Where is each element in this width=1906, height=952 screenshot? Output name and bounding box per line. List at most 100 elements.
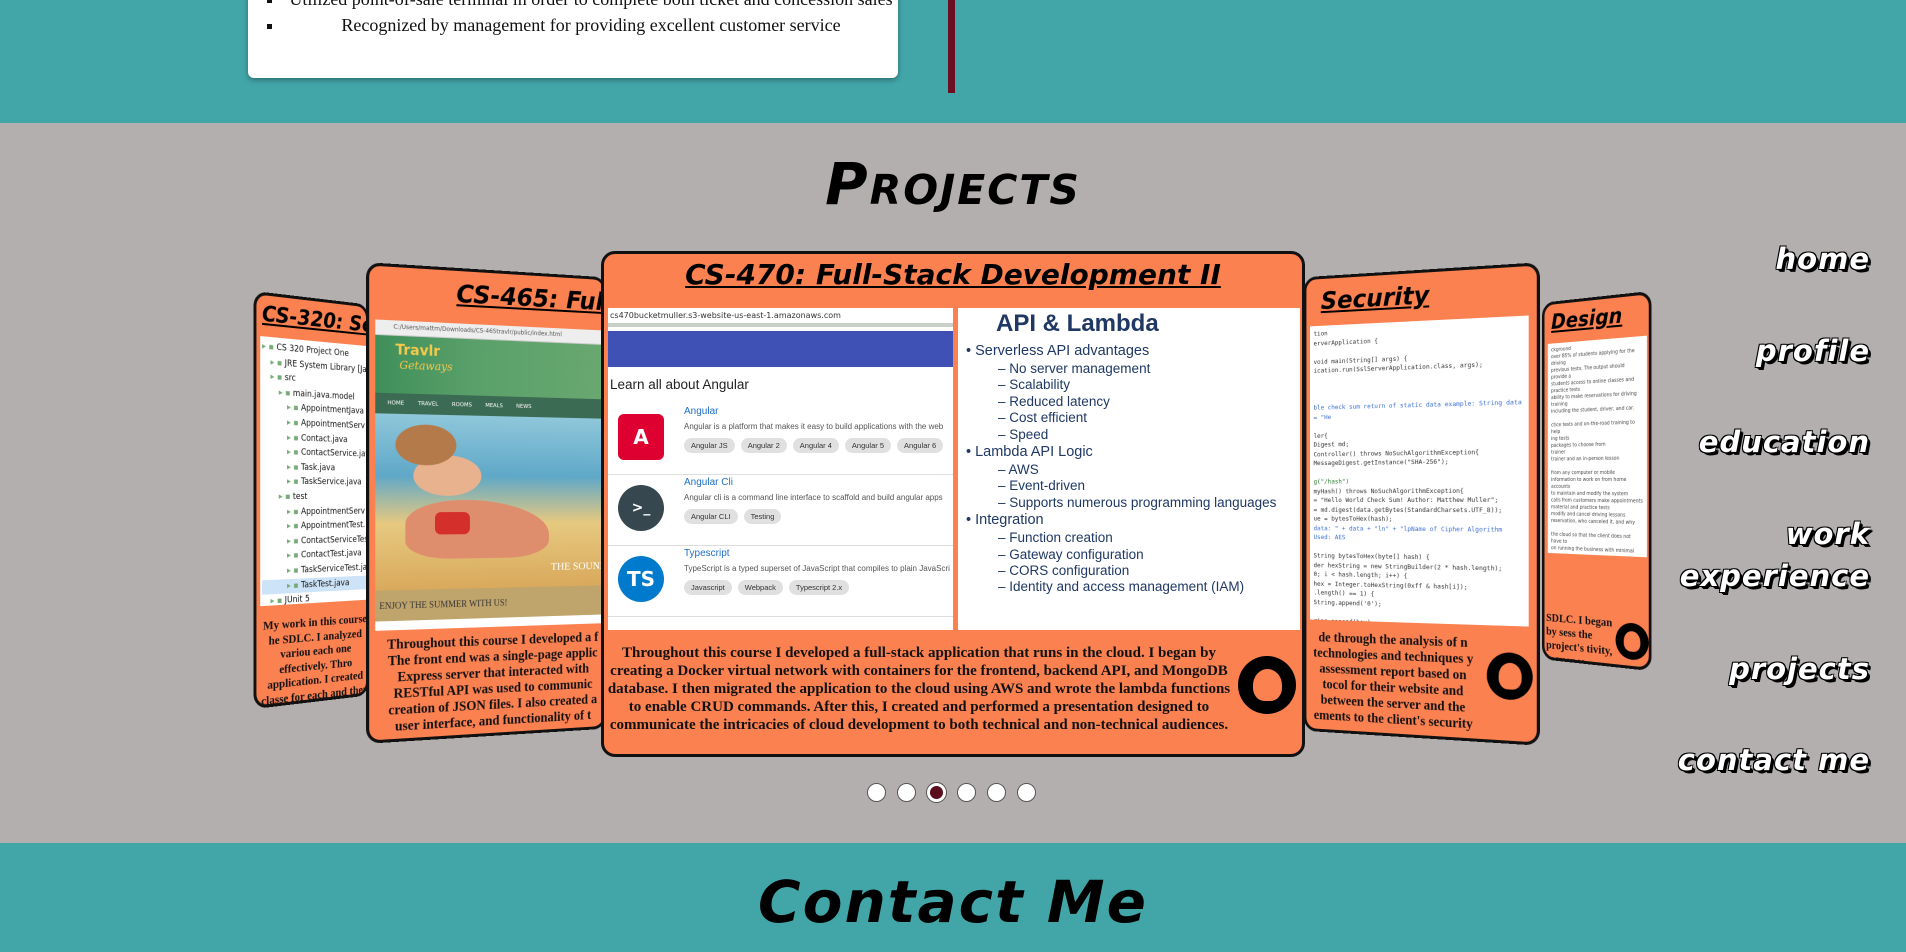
project-description: Throughout this course I developed a ful… [607,645,1231,733]
project-screenshot: tion erverApplication {void main(String[]… [1309,315,1529,627]
slide-sub-bullet: – Event-driven [998,478,1086,494]
project-card-cs320[interactable]: CS-320: Soft ▸ ▪ CS 320 Project One ▸ ▪ J… [253,290,369,710]
file-name: AppointmentServ [300,418,365,432]
site-nav-item[interactable]: ROOMS [452,402,472,409]
file-name: ContactTest.java [300,548,362,561]
file-tree-item[interactable]: ▸ ▪ Task.java [262,460,368,477]
file-icon: ▸ ▪ [287,521,301,532]
experience-bullet: Recognized by management for providing e… [284,12,898,38]
file-name: TaskServiceTest.ja [300,562,368,576]
carousel-dot-2[interactable] [897,783,916,802]
file-icon: ▸ ▪ [287,417,301,429]
project-card-cs465[interactable]: CS-465: Full C:/Users/mattm/Downloads/CS… [366,262,607,744]
tech-tag-chip[interactable]: Angular 4 [792,438,839,453]
project-screenshot: C:/Users/mattm/Downloads/CS-465travlr/pu… [375,319,607,631]
carousel-dot-5[interactable] [987,783,1006,802]
nav-home[interactable]: home [1776,238,1870,280]
file-icon: ▸ ▪ [287,476,301,488]
tech-tag-chip[interactable]: Angular 5 [844,438,892,453]
file-icon: ▸ ▪ [287,580,301,591]
nav-work-experience-label[interactable]: work experience [1680,517,1870,593]
slide-sub-bullet: – No server management [998,361,1151,376]
site-nav-item[interactable]: TRAVEL [418,401,438,408]
file-icon: ▸ ▪ [287,432,301,444]
slide-title: API & Lambda [996,310,1159,337]
tech-logo-icon: TS [618,556,664,602]
slide-sub-bullet: – Gateway configuration [998,546,1144,562]
site-nav-item[interactable]: HOME [387,400,404,407]
file-tree-item[interactable]: ▸ ▪ test [262,490,368,505]
tech-name[interactable]: Angular Cli [684,477,733,488]
timeline-bar [948,0,955,93]
tech-list-item[interactable]: >_ Angular Cli Angular cli is a command li… [608,475,953,546]
experience-card: Utilized point-of-sale terminal in order… [248,0,898,78]
project-screenshot: ▸ ▪ CS 320 Project One ▸ ▪ JRE System Lib… [260,336,369,607]
file-name: main.java.model [292,388,355,403]
slide-sub-bullet: – AWS [998,462,1039,478]
project-card-design[interactable]: Design ckground over 85% of students appl… [1541,290,1652,672]
file-name: Contact.java [300,433,348,445]
tech-list-item[interactable]: A Angular Angular is a platform that makes… [608,404,953,475]
file-icon: ▸ ▪ [287,550,301,562]
project-card-title[interactable]: Design [1551,300,1649,334]
project-card-title[interactable]: CS-320: Soft [262,301,368,338]
tech-tag-chip[interactable]: Typescript 2.x [788,580,850,595]
file-icon: ▸ ▪ [262,341,277,353]
photo-overlay-text: THE SOUND [550,560,607,573]
carousel-dot-3[interactable] [927,783,946,802]
file-icon: ▸ ▪ [278,387,293,399]
project-card-title[interactable]: Security [1321,274,1537,315]
tech-description: TypeScript is a typed superset of JavaSc… [684,564,950,573]
tech-tag-chip[interactable]: Testing [743,509,782,524]
file-name: AppointmentJava [300,403,364,417]
project-card-cs470[interactable]: CS-470: Full-Stack Development II cs470b… [601,251,1305,757]
project-screenshot-angular: cs470bucketmuller.s3-website-us-east-1.a… [608,308,953,630]
file-name: Task.java [300,462,336,474]
travlr-logo-sub: Getaways [399,358,453,374]
nav-work-experience[interactable]: work experience [1670,513,1870,597]
file-tree-item[interactable]: ▸ ▪ TaskService.java [262,475,368,491]
project-description: My work in this course he SDLC. I analyz… [261,611,369,710]
project-card-title[interactable]: CS-465: Full [456,279,606,316]
file-icon: ▸ ▪ [270,372,285,384]
nav-contact-me[interactable]: contact me [1678,739,1870,781]
github-icon[interactable] [1238,656,1296,714]
file-name: src [284,373,296,385]
site-nav-item[interactable]: NEWS [516,404,531,410]
project-card-title[interactable]: CS-470: Full-Stack Development II [604,258,1302,291]
slide-sub-bullet: – Identity and access management (IAM) [998,579,1245,595]
file-icon: ▸ ▪ [287,506,301,517]
project-card-security[interactable]: Security tion erverApplication {void main… [1303,262,1540,746]
tech-logo-icon: A [618,414,664,460]
nav-education[interactable]: education [1699,421,1870,463]
tech-tag-chip[interactable]: Javascript [684,580,732,595]
tech-tag-chip[interactable]: Angular 2 [740,438,787,453]
file-tree-item[interactable]: ▸ ▪ AppointmentServ [262,504,368,519]
carousel-dot-1[interactable] [867,783,886,802]
tech-description: Angular is a platform that makes it easy… [684,422,944,431]
file-name: TaskService.java [300,477,362,488]
tech-tag-chip[interactable]: Angular CLI [684,509,738,524]
github-icon[interactable] [1486,651,1533,701]
tech-name[interactable]: Typescript [684,548,730,559]
tech-logo-icon: >_ [618,485,664,531]
projects-heading: Projects [825,150,1081,218]
site-nav-item[interactable]: MEALS [485,403,503,409]
tech-list-item[interactable]: TS Typescript TypeScript is a typed supers… [608,546,953,617]
file-name: test [292,491,308,502]
experience-bullets: Utilized point-of-sale terminal in order… [248,0,898,38]
project-description: SDLC. I began by sess the project's tivi… [1546,610,1617,671]
tech-tag-chip[interactable]: Angular 6 [897,438,944,453]
tech-tag-chip[interactable]: Angular JS [684,438,735,453]
experience-bullet: Utilized point-of-sale terminal in order… [284,0,898,12]
github-icon[interactable] [1615,621,1649,662]
tech-name[interactable]: Angular [684,406,718,417]
tech-tag-chip[interactable]: Webpack [737,580,783,595]
slide-bullet: • Integration [966,512,1044,529]
nav-profile[interactable]: profile [1756,330,1870,372]
slide-sub-bullet: – CORS configuration [998,563,1130,579]
nav-projects[interactable]: projects [1729,648,1870,690]
slide-sub-bullet: – Reduced latency [998,393,1110,409]
carousel-dot-6[interactable] [1017,783,1036,802]
carousel-dot-4[interactable] [957,783,976,802]
